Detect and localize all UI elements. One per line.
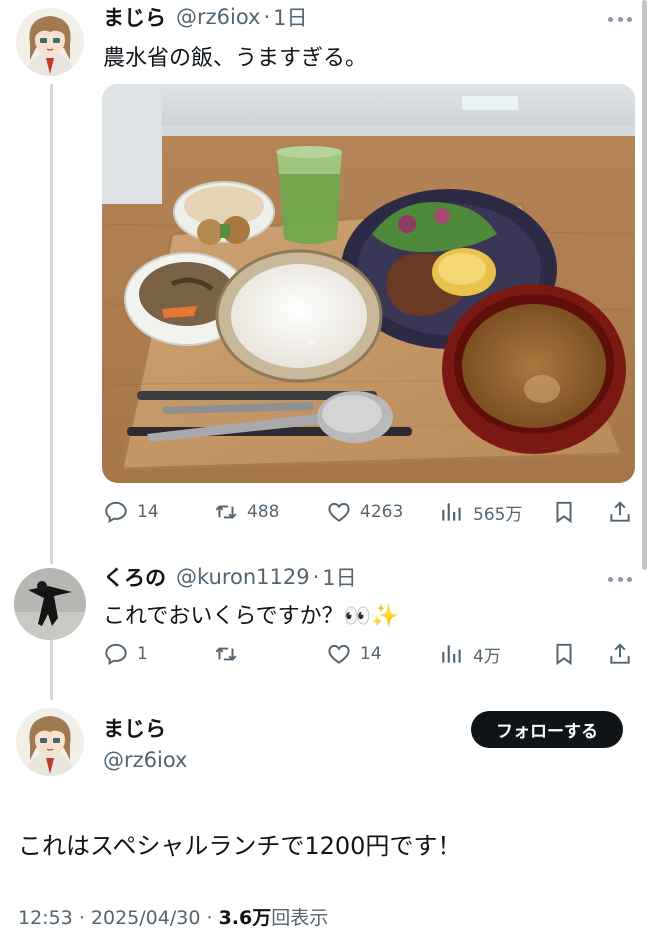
reply-icon: [105, 501, 127, 523]
like-count: 4263: [360, 502, 404, 522]
reply-count: 14: [137, 502, 159, 522]
retweet-icon: [215, 505, 237, 519]
views-label: 回表示: [271, 907, 329, 929]
follow-button[interactable]: フォローする: [471, 711, 623, 748]
tweet-photo[interactable]: [102, 84, 635, 483]
reply-count: 1: [137, 644, 148, 664]
display-name[interactable]: まじら: [103, 2, 166, 32]
user-handle[interactable]: @kuron1129: [176, 565, 310, 589]
separator-dot: ·: [78, 907, 85, 929]
views-count: 4万: [473, 646, 501, 667]
reply-actions: 1 14 4万: [103, 639, 633, 669]
reply-button[interactable]: 14: [103, 497, 159, 527]
share-icon: [610, 501, 630, 522]
tweet-text: 農水省の飯、うますぎる。: [103, 46, 368, 71]
bookmark-button[interactable]: [551, 497, 585, 527]
share-button[interactable]: [607, 639, 641, 669]
scrollbar[interactable]: [642, 0, 647, 570]
retweet-button[interactable]: 488: [213, 497, 279, 527]
bookmark-icon: [556, 501, 572, 524]
avatar[interactable]: [16, 8, 84, 76]
retweet-icon: [215, 647, 237, 661]
like-button[interactable]: 14: [326, 639, 382, 669]
reply-header: くろの @kuron1129 · 1日: [103, 562, 357, 592]
thread-line: [50, 84, 53, 564]
bookmark-button[interactable]: [551, 639, 585, 669]
share-icon: [610, 643, 630, 664]
more-icon[interactable]: [608, 574, 632, 584]
views-count: 3.6万: [218, 907, 272, 929]
tweet-header: まじら @rz6iox · 1日: [103, 2, 308, 32]
display-name[interactable]: まじら: [103, 713, 166, 743]
separator-dot: ·: [263, 5, 271, 29]
views-button[interactable]: 4万: [439, 639, 501, 669]
post-time[interactable]: 12:53: [18, 907, 73, 929]
avatar[interactable]: [16, 708, 84, 776]
more-icon[interactable]: [608, 14, 632, 24]
retweet-button[interactable]: [213, 639, 247, 669]
main-tweet-text: これはスペシャルランチで1200円です！: [18, 832, 462, 860]
user-handle[interactable]: @rz6iox: [103, 748, 187, 772]
display-name[interactable]: くろの: [103, 562, 166, 592]
like-icon: [328, 502, 350, 522]
retweet-count: 488: [247, 502, 280, 522]
tweet-meta: 12:53 · 2025/04/30 · 3.6万回表示: [18, 903, 328, 930]
like-count: 14: [360, 644, 382, 664]
reply-text: これでおいくらですか？👀✨: [103, 604, 399, 629]
tweet-actions: 14 488 4263 565万: [103, 497, 633, 527]
timestamp[interactable]: 1日: [322, 562, 356, 592]
post-date[interactable]: 2025/04/30: [91, 907, 201, 929]
views-button[interactable]: 565万: [439, 497, 522, 527]
views-icon: [442, 645, 461, 663]
reply-button[interactable]: 1: [103, 639, 148, 669]
user-handle[interactable]: @rz6iox: [176, 5, 260, 29]
separator-dot: ·: [206, 907, 213, 929]
thread-line: [50, 640, 53, 700]
timestamp[interactable]: 1日: [273, 2, 307, 32]
reply-icon: [105, 643, 127, 665]
bookmark-icon: [556, 643, 572, 666]
avatar[interactable]: [14, 568, 86, 640]
views-icon: [442, 503, 461, 521]
share-button[interactable]: [607, 497, 641, 527]
like-button[interactable]: 4263: [326, 497, 403, 527]
separator-dot: ·: [312, 565, 320, 589]
views-count: 565万: [473, 504, 523, 525]
like-icon: [328, 644, 350, 664]
